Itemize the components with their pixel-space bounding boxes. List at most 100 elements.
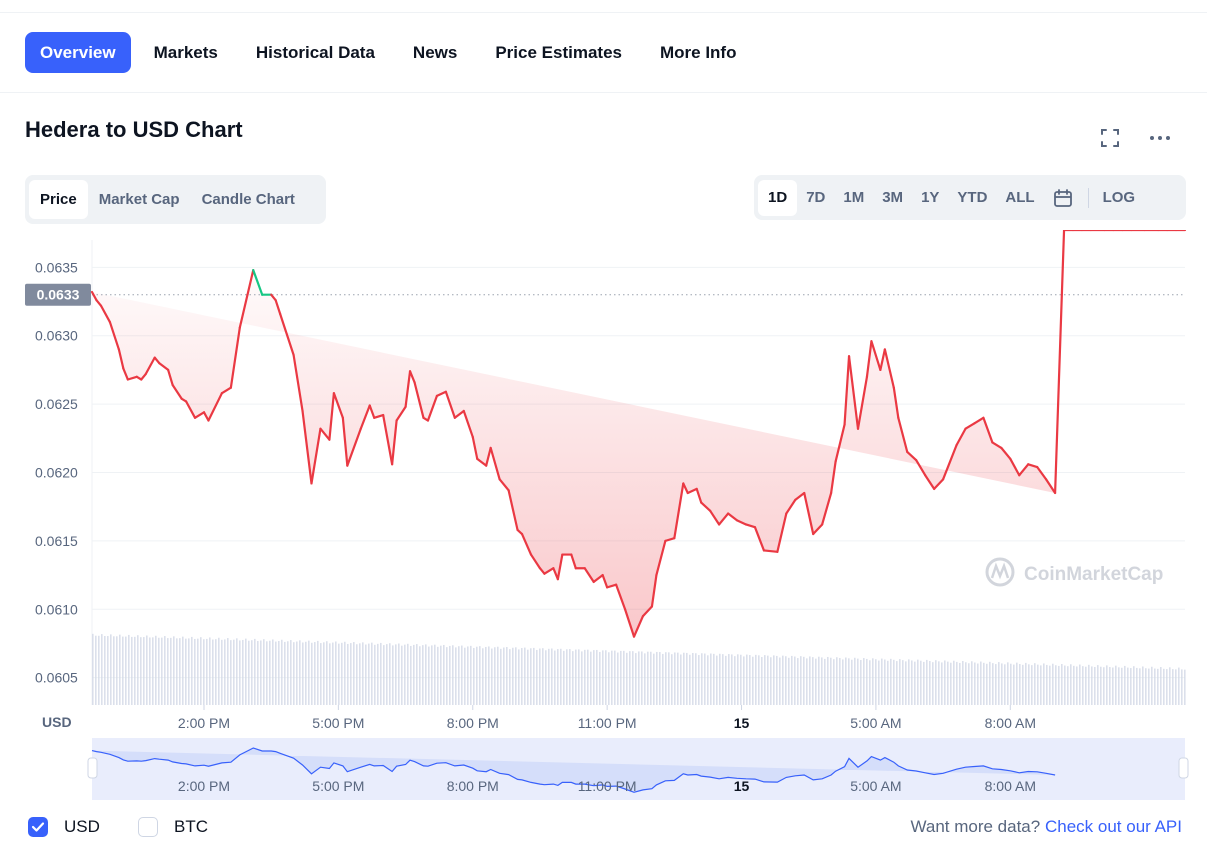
range-1y[interactable]: 1Y [912,180,948,216]
volume-bar [785,656,787,705]
navigator-left-handle[interactable] [87,757,98,779]
volume-bar [1148,668,1150,705]
volume-bar [287,641,289,705]
volume-bar [740,654,742,705]
volume-bar [167,638,169,705]
tab-more-info[interactable]: More Info [645,32,752,73]
tab-historical-data[interactable]: Historical Data [241,32,390,73]
btc-toggle[interactable]: BTC [138,817,208,837]
range-all[interactable]: ALL [996,180,1043,216]
volume-bar [959,662,961,705]
volume-bar [857,658,859,705]
volume-bar [806,658,808,705]
top-divider [0,12,1207,13]
volume-bar [359,643,361,705]
chart-type-candle[interactable]: Candle Chart [191,180,306,219]
volume-bar [578,649,580,705]
volume-bar [962,660,964,705]
volume-bar [1169,667,1171,705]
volume-bar [449,645,451,705]
price-line-segment [1053,228,1066,495]
tab-news[interactable]: News [398,32,472,73]
price-chart[interactable]: 0.0605 0.0610 0.0615 0.0620 0.0625 0.0630 0.06… [0,228,1207,810]
volume-bar [1160,667,1162,705]
more-data-text: Want more data? Check out our API [910,817,1182,837]
volume-bar [656,651,658,705]
volume-bar [242,639,244,705]
volume-bar [209,637,211,705]
tab-price-estimates[interactable]: Price Estimates [480,32,637,73]
y-tick-label: 0.0630 [35,328,78,344]
volume-bar [836,657,838,705]
range-1m[interactable]: 1M [834,180,873,216]
volume-bar [659,652,661,705]
btc-label: BTC [174,817,208,836]
volume-bar [971,661,973,705]
fullscreen-button[interactable] [1095,123,1125,153]
volume-bar [626,652,628,705]
volume-bar [389,643,391,705]
volume-bar [485,646,487,705]
volume-bar [1130,668,1132,705]
volume-bar [1118,667,1120,705]
volume-bar [398,643,400,705]
volume-bar [311,642,313,705]
volume-bar [545,650,547,705]
volume-bar [713,653,715,705]
chart-type-market-cap[interactable]: Market Cap [88,180,191,219]
volume-bar [296,641,298,705]
watermark-text: CoinMarketCap [1024,564,1163,585]
range-7d[interactable]: 7D [797,180,834,216]
volume-bar [353,642,355,705]
volume-bar [605,650,607,705]
volume-bar [938,661,940,705]
volume-bar [788,657,790,705]
log-scale-toggle[interactable]: LOG [1095,180,1144,216]
volume-bar [1043,663,1045,705]
volume-bar [824,658,826,705]
usd-label: USD [64,817,100,836]
volume-bar [929,661,931,705]
volume-bar [566,649,568,705]
volume-bar [644,653,646,705]
volume-bar [587,649,589,705]
tab-markets[interactable]: Markets [139,32,233,73]
date-picker-button[interactable] [1044,180,1082,216]
chart-type-price[interactable]: Price [29,180,88,219]
volume-bar [293,642,295,705]
btc-checkbox[interactable] [138,817,158,837]
x-tick-label: 2:00 PM [178,715,230,731]
range-ytd[interactable]: YTD [948,180,996,216]
volume-bar [263,639,265,705]
volume-bar [722,654,724,705]
volume-bar [1001,663,1003,705]
volume-bar [725,655,727,705]
volume-bar [596,649,598,705]
range-1d[interactable]: 1D [758,179,798,216]
more-options-button[interactable] [1145,123,1175,153]
usd-checkbox[interactable] [28,817,48,837]
api-link[interactable]: Check out our API [1045,817,1182,836]
volume-bar [302,642,304,705]
y-tick-label: 0.0610 [35,601,78,617]
range-3m[interactable]: 3M [873,180,912,216]
volume-bar [608,652,610,705]
volume-bar [515,647,517,705]
usd-toggle[interactable]: USD [28,817,100,837]
volume-bar [401,645,403,705]
tab-overview[interactable]: Overview [25,32,131,73]
volume-bar [482,648,484,705]
volume-bar [92,633,94,705]
volume-bar [611,650,613,705]
volume-bar [650,651,652,705]
volume-bar [689,654,691,705]
navigator-right-handle[interactable] [1178,757,1189,779]
volume-bar [248,640,250,705]
volume-bar [617,652,619,705]
volume-bar [845,657,847,705]
volume-bar [854,657,856,705]
volume-bar [224,639,226,705]
volume-bar [1094,666,1096,705]
volume-bar [143,637,145,705]
volume-bar [1178,667,1180,705]
